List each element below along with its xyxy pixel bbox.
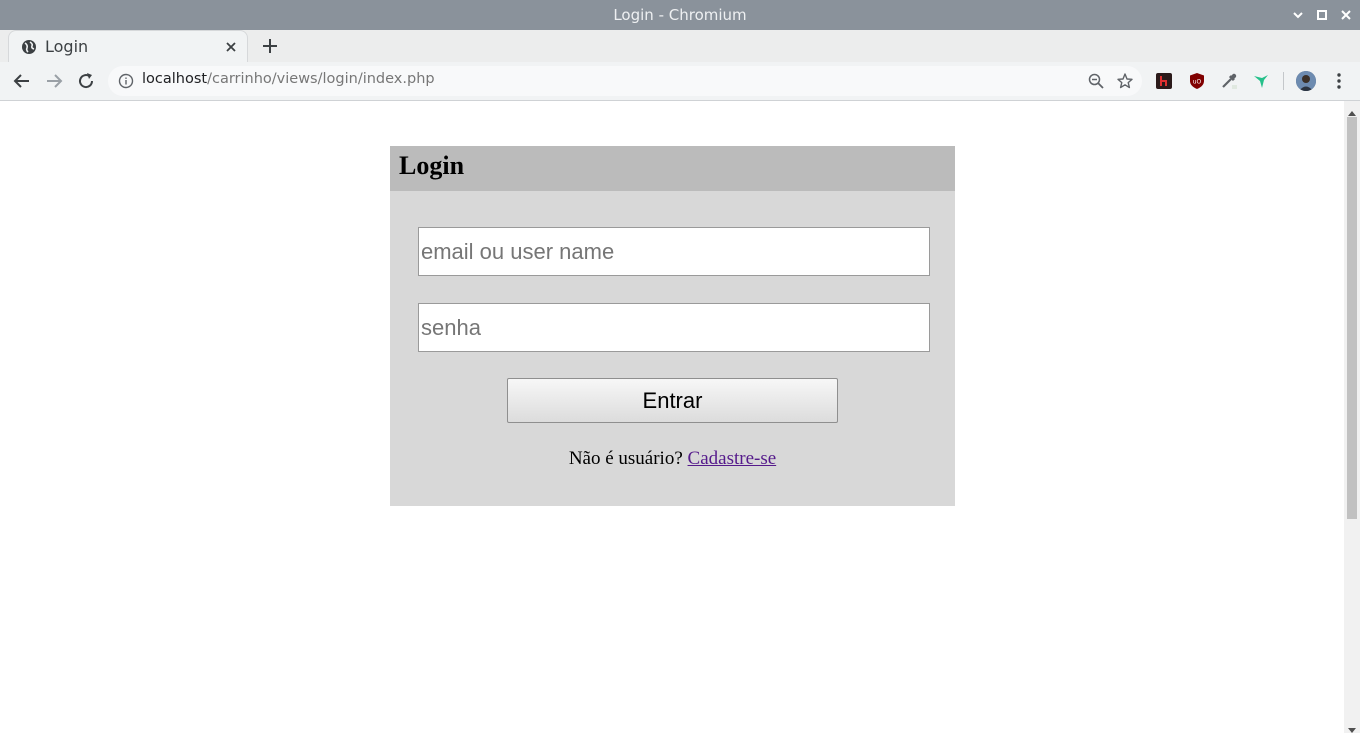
new-tab-icon[interactable] [260, 36, 280, 56]
bookmark-star-icon[interactable] [1116, 72, 1134, 90]
scrollbar-thumb[interactable] [1347, 117, 1357, 519]
window-title: Login - Chromium [613, 6, 747, 24]
zoom-out-icon[interactable] [1088, 73, 1104, 89]
close-tab-icon[interactable] [223, 39, 239, 55]
browser-toolbar: localhost/carrinho/views/login/index.php… [0, 62, 1360, 101]
close-window-icon[interactable] [1338, 7, 1354, 23]
info-icon[interactable] [118, 73, 134, 89]
login-panel: Login Entrar Não é usuário? Cadastre-se [390, 146, 955, 506]
hummingbird-icon[interactable] [1252, 72, 1270, 90]
maximize-icon[interactable] [1314, 7, 1330, 23]
login-title: Login [399, 151, 465, 180]
extension-h-icon[interactable] [1155, 72, 1173, 90]
ublock-shield-icon[interactable]: uO [1188, 72, 1206, 90]
login-header: Login [390, 146, 955, 191]
eyedropper-icon[interactable] [1220, 72, 1238, 90]
email-input[interactable] [418, 227, 930, 276]
address-bar[interactable]: localhost/carrinho/views/login/index.php [108, 66, 1142, 96]
profile-avatar[interactable] [1296, 71, 1316, 91]
signup-prompt-text: Não é usuário? [568, 448, 683, 469]
url-path: /carrinho/views/login/index.php [207, 71, 435, 87]
scrollbar[interactable] [1344, 101, 1360, 733]
tab-title: Login [45, 37, 89, 56]
page-viewport: Login Entrar Não é usuário? Cadastre-se [0, 101, 1344, 733]
scroll-down-arrow-icon[interactable] [1348, 721, 1356, 733]
tab-login[interactable]: Login [8, 30, 248, 62]
url-text[interactable]: localhost/carrinho/views/login/index.php [142, 71, 435, 87]
signup-prompt: Não é usuário? Cadastre-se [390, 448, 955, 470]
password-input[interactable] [418, 303, 930, 352]
window-titlebar: Login - Chromium [0, 0, 1360, 30]
reload-icon[interactable] [76, 71, 96, 91]
back-arrow-icon[interactable] [12, 71, 32, 91]
url-host: localhost [142, 71, 208, 87]
minimize-icon[interactable] [1290, 7, 1306, 23]
forward-arrow-icon[interactable] [44, 71, 64, 91]
submit-button[interactable]: Entrar [507, 378, 838, 423]
more-menu-icon[interactable] [1330, 71, 1348, 91]
tab-strip: Login [0, 30, 1360, 62]
svg-text:uO: uO [1193, 79, 1202, 86]
signup-link[interactable]: Cadastre-se [688, 448, 777, 469]
scroll-up-arrow-icon[interactable] [1348, 105, 1356, 116]
toolbar-separator [1283, 72, 1284, 90]
globe-icon [21, 39, 37, 55]
